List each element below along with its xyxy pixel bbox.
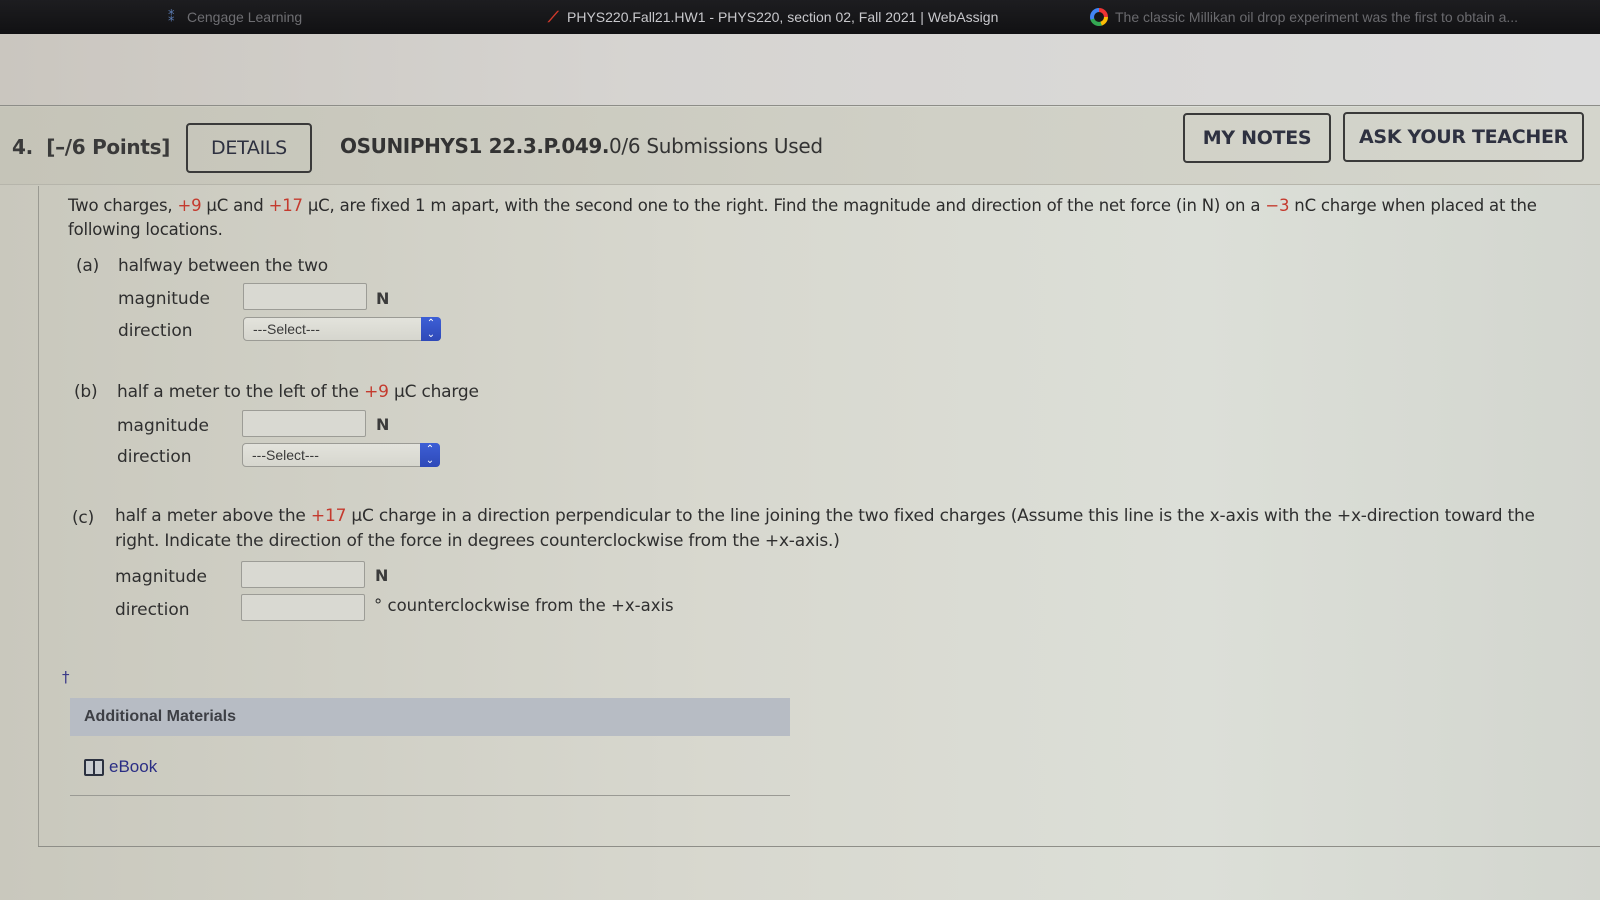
my-notes-button[interactable]: MY NOTES bbox=[1183, 113, 1331, 163]
prompt-text: μC and bbox=[201, 196, 269, 215]
details-button[interactable]: DETAILS bbox=[186, 123, 312, 173]
tab-webassign[interactable]: ⟋ PHYS220.Fall21.HW1 - PHYS220, section … bbox=[548, 0, 998, 34]
additional-materials-header: Additional Materials bbox=[70, 698, 790, 736]
unit-label: N bbox=[376, 415, 390, 434]
ebook-link[interactable]: eBook bbox=[84, 757, 157, 777]
direction-select-b[interactable]: ---Select--- ⌃ ⌄ bbox=[242, 443, 440, 467]
charge-value: +9 bbox=[364, 382, 389, 402]
magnitude-label: magnitude bbox=[117, 416, 209, 436]
direction-label: direction bbox=[115, 600, 190, 620]
magnitude-label: magnitude bbox=[118, 289, 210, 309]
part-text-segment: half a meter above the bbox=[115, 506, 311, 526]
unit-label: N bbox=[375, 566, 389, 585]
chevron-up-down-icon: ⌃ ⌄ bbox=[421, 317, 441, 341]
tab-label: PHYS220.Fall21.HW1 - PHYS220, section 02… bbox=[567, 9, 999, 25]
divider bbox=[38, 186, 39, 846]
magnitude-input-a[interactable] bbox=[243, 283, 367, 310]
question-points: [–/6 Points] bbox=[46, 135, 171, 159]
question-prompt: Two charges, +9 μC and +17 μC, are fixed… bbox=[68, 194, 1588, 242]
direction-unit-label: ° counterclockwise from the +x-axis bbox=[374, 596, 674, 615]
tab-label: Cengage Learning bbox=[187, 9, 303, 25]
webassign-icon: ⟋ bbox=[548, 9, 559, 26]
direction-label: direction bbox=[117, 447, 192, 467]
tab-cengage[interactable]: ⁑ Cengage Learning bbox=[168, 0, 302, 34]
part-label: (a) bbox=[76, 256, 100, 276]
part-text: half a meter to the left of the +9 μC ch… bbox=[117, 382, 479, 402]
ebook-label: eBook bbox=[109, 757, 158, 776]
charge-value: +17 bbox=[310, 506, 347, 526]
select-value: ---Select--- bbox=[253, 321, 320, 337]
question-number: 4. bbox=[12, 135, 33, 159]
submissions-used: 0/6 Submissions Used bbox=[609, 134, 823, 158]
question-number-points: 4. [–/6 Points] bbox=[12, 135, 170, 159]
direction-select-a[interactable]: ---Select--- ⌃ ⌄ bbox=[243, 317, 441, 341]
question-code: OSUNIPHYS1 22.3.P.049. bbox=[340, 134, 610, 158]
unit-label: N bbox=[376, 289, 390, 308]
part-text: halfway between the two bbox=[118, 256, 328, 276]
question-header: 4. [–/6 Points] DETAILS OSUNIPHYS1 22.3.… bbox=[0, 107, 1600, 185]
page-top-band bbox=[0, 34, 1600, 106]
prompt-text: μC, are fixed 1 m apart, with the second… bbox=[302, 196, 1266, 215]
tab-label: The classic Millikan oil drop experiment… bbox=[1115, 9, 1519, 25]
ask-your-teacher-button[interactable]: ASK YOUR TEACHER bbox=[1343, 112, 1584, 162]
part-text: half a meter above the +17 μC charge in … bbox=[115, 504, 1565, 554]
tab-google-search[interactable]: The classic Millikan oil drop experiment… bbox=[1090, 0, 1518, 34]
browser-tab-bar: ⁑ Cengage Learning ⟋ PHYS220.Fall21.HW1 … bbox=[0, 0, 1600, 34]
cengage-icon: ⁑ bbox=[168, 9, 175, 24]
divider bbox=[38, 846, 1600, 847]
prompt-text: Two charges, bbox=[68, 196, 178, 215]
question-body: Two charges, +9 μC and +17 μC, are fixed… bbox=[0, 186, 1600, 900]
additional-materials-panel bbox=[70, 736, 790, 796]
book-icon bbox=[84, 758, 104, 776]
charge-value: +9 bbox=[177, 196, 202, 215]
part-label: (c) bbox=[72, 508, 95, 528]
pointer-cursor-icon: † bbox=[62, 668, 70, 686]
magnitude-input-b[interactable] bbox=[242, 410, 366, 437]
direction-input-c[interactable] bbox=[241, 594, 365, 621]
charge-value: −3 bbox=[1265, 196, 1290, 215]
magnitude-label: magnitude bbox=[115, 567, 207, 587]
part-text-segment: half a meter to the left of the bbox=[117, 382, 365, 402]
google-icon bbox=[1090, 8, 1108, 26]
select-value: ---Select--- bbox=[252, 447, 319, 463]
magnitude-input-c[interactable] bbox=[241, 561, 365, 588]
chevron-up-down-icon: ⌃ ⌄ bbox=[420, 443, 440, 467]
charge-value: +17 bbox=[268, 196, 303, 215]
part-text-segment: μC charge bbox=[388, 382, 479, 402]
part-label: (b) bbox=[74, 382, 98, 402]
direction-label: direction bbox=[118, 321, 193, 341]
